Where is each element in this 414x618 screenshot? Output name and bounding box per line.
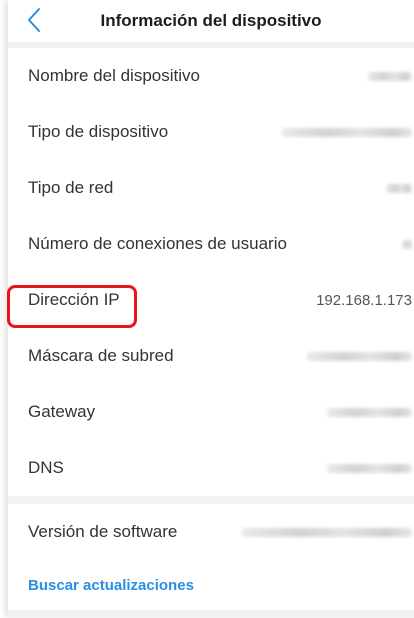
device-info-screen: Información del dispositivo Nombre del d… [8,0,414,618]
row-device-type: Tipo de dispositivo [8,104,414,160]
redacted-value [368,71,412,81]
row-subnet-mask: Máscara de subred [8,328,414,384]
row-dns: DNS [8,440,414,496]
redacted-value [242,527,412,537]
row-label: Tipo de dispositivo [28,122,169,141]
redacted-value [386,183,412,193]
redacted-value [327,463,412,473]
redacted-value [327,407,412,417]
row-label: Dirección IP [28,290,120,309]
row-ip-address: Dirección IP 192.168.1.173 [8,272,414,328]
row-label: DNS [28,458,64,477]
redacted-value [402,239,412,249]
redacted-value [282,127,412,137]
row-gateway: Gateway [8,384,414,440]
redacted-value [307,351,412,361]
row-user-connections: Número de conexiones de usuario [8,216,414,272]
check-updates-link[interactable]: Buscar actualizaciones [8,560,414,610]
back-button[interactable] [22,6,46,34]
row-device-name: Nombre del dispositivo [8,48,414,104]
chevron-left-icon [28,8,40,32]
ip-address-value: 192.168.1.173 [316,291,412,309]
header: Información del dispositivo [8,0,414,48]
row-label: Número de conexiones de usuario [28,234,287,253]
row-label: Nombre del dispositivo [28,66,200,85]
row-label: Tipo de red [28,178,114,197]
row-network-type: Tipo de red [8,160,414,216]
page-title: Información del dispositivo [100,11,322,30]
section-divider [8,496,414,504]
row-label: Máscara de subred [28,346,174,365]
row-software-version: Versión de software [8,504,414,560]
row-label: Versión de software [28,522,178,541]
row-label: Gateway [28,402,96,421]
